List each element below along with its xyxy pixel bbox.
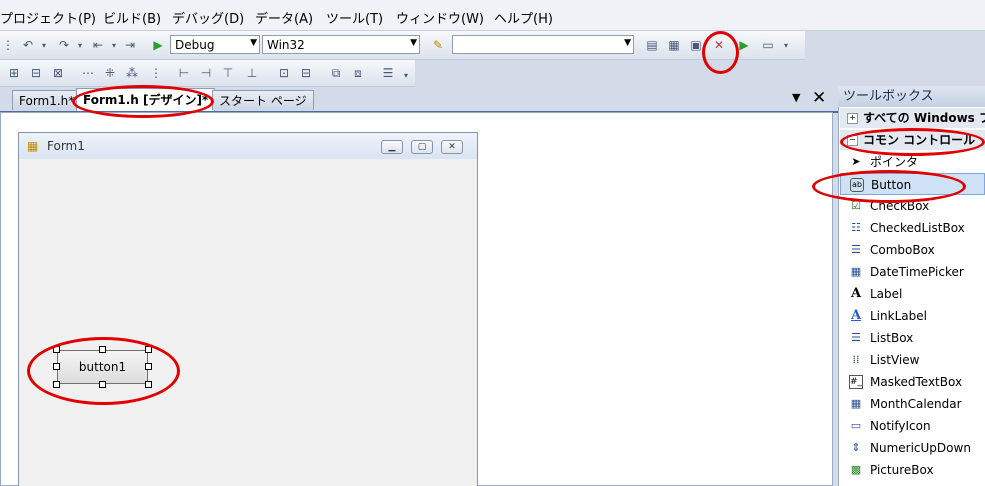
form-title: Form1 <box>47 139 85 153</box>
align-bottom-icon[interactable]: ⋮ <box>148 65 164 81</box>
layout-toolbar: ⊞ ⊟ ⊠ ⋯ ⁜ ⁂ ⋮ ⊢ ⊣ ⊤ ⊥ ⊡ ⊟ ⧉ ⧈ ☰ ▾ <box>0 60 415 87</box>
masked-textbox-icon: #_ <box>849 375 863 389</box>
horizontal-spacing-icon[interactable]: ⊥ <box>244 65 260 81</box>
find-combo[interactable]: ▼ <box>452 35 634 54</box>
menu-project[interactable]: プロジェクト(P) <box>0 8 96 27</box>
solution-config-combo[interactable]: Debug ▼ <box>170 35 260 54</box>
chevron-down-icon: ▼ <box>250 38 257 48</box>
properties-icon[interactable]: ▦ <box>666 37 682 53</box>
toolbox-item-notifyicon[interactable]: ▭ NotifyIcon <box>840 415 985 437</box>
toolbox-item-picturebox[interactable]: ▩ PictureBox <box>840 459 985 481</box>
minimize-icon: ▁ <box>381 140 403 154</box>
chevron-down-icon: ▼ <box>410 38 417 48</box>
annotation-circle-toolbox-icon <box>702 31 739 74</box>
navigate-back-icon[interactable]: ⇤ <box>90 37 106 53</box>
form-window[interactable] <box>18 132 478 486</box>
toolbox-item-datetimepicker[interactable]: ▦ DateTimePicker <box>840 261 985 283</box>
close-icon: ✕ <box>441 140 463 154</box>
platform-value: Win32 <box>267 38 305 52</box>
align-left-icon[interactable]: ⊟ <box>28 65 44 81</box>
tab-start-page[interactable]: スタート ページ <box>212 90 314 110</box>
toolbox-group-all-windows-forms[interactable]: +すべての Windows フォーム <box>840 108 985 128</box>
menu-build[interactable]: ビルド(B) <box>103 8 161 27</box>
annotation-circle-button-item <box>812 170 966 203</box>
bring-to-front-icon[interactable]: ⧉ <box>328 65 344 81</box>
checked-list-icon: ☷ <box>851 221 861 234</box>
find-in-files-icon[interactable]: ✎ <box>430 37 446 53</box>
annotation-circle-design-tab <box>72 85 214 118</box>
tab-list-dropdown-icon[interactable]: ▼ <box>792 91 800 104</box>
link-label-icon: A <box>850 308 862 323</box>
annotation-circle-button1 <box>27 337 180 405</box>
menu-debug[interactable]: デバッグ(D) <box>172 8 244 27</box>
maximize-icon: ▢ <box>411 140 433 154</box>
align-top-icon[interactable]: ⁜ <box>102 65 118 81</box>
expand-icon: + <box>847 113 858 124</box>
menu-bar: プロジェクト(P) ビルド(B) デバッグ(D) データ(A) ツール(T) ウ… <box>0 0 985 31</box>
start-debug-icon[interactable]: ▶ <box>150 37 166 53</box>
solution-explorer-icon[interactable]: ▤ <box>644 37 660 53</box>
chevron-down-icon: ▼ <box>624 38 631 48</box>
solution-config-value: Debug <box>175 38 215 52</box>
form-title-bar[interactable]: ▦ Form1 ▁ ▢ ✕ <box>19 133 477 159</box>
align-center-icon[interactable]: ⊠ <box>50 65 66 81</box>
menu-data[interactable]: データ(A) <box>255 8 313 27</box>
label-icon: A <box>850 286 862 301</box>
menu-window[interactable]: ウィンドウ(W) <box>396 8 484 27</box>
navigate-forward-icon[interactable]: ⇥ <box>122 37 138 53</box>
toolbox-item-listbox[interactable]: ☰ ListBox <box>840 327 985 349</box>
toolbox-item-combobox[interactable]: ☰ ComboBox <box>840 239 985 261</box>
tab-order-icon[interactable]: ☰ <box>380 65 396 81</box>
align-grid-icon[interactable]: ⊞ <box>6 65 22 81</box>
picture-icon: ▩ <box>850 463 862 476</box>
align-middle-icon[interactable]: ⁂ <box>124 65 140 81</box>
toolbox-item-numericupdown[interactable]: ⇕ NumericUpDown <box>840 437 985 459</box>
align-right-icon[interactable]: ⋯ <box>80 65 96 81</box>
send-to-back-icon[interactable]: ⧈ <box>350 65 366 81</box>
tab-form1-code[interactable]: Form1.h* <box>12 90 82 110</box>
toolbox-item-listview[interactable]: ⁞⁞ ListView <box>840 349 985 371</box>
numeric-updown-icon: ⇕ <box>851 441 861 454</box>
listbox-icon: ☰ <box>851 331 861 344</box>
command-window-icon[interactable]: ▭ <box>760 37 776 53</box>
calendar-icon: ▦ <box>850 265 862 278</box>
listview-icon: ⁞⁞ <box>852 353 860 366</box>
redo-icon[interactable]: ↷ <box>56 37 72 53</box>
same-width-icon[interactable]: ⊢ <box>176 65 192 81</box>
toolbox-item-checkedlistbox[interactable]: ☷ CheckedListBox <box>840 217 985 239</box>
menu-tools[interactable]: ツール(T) <box>326 8 383 27</box>
same-size-icon[interactable]: ⊤ <box>220 65 236 81</box>
pointer-icon: ➤ <box>851 155 861 168</box>
toolbox-title: ツールボックス <box>838 86 985 107</box>
toolbox-item-maskedtextbox[interactable]: #_ MaskedTextBox <box>840 371 985 393</box>
center-horizontally-icon[interactable]: ⊡ <box>276 65 292 81</box>
navigate-dropdown-icon[interactable]: ▾ <box>106 37 122 53</box>
center-vertically-icon[interactable]: ⊟ <box>298 65 314 81</box>
same-height-icon[interactable]: ⊣ <box>198 65 214 81</box>
combobox-icon: ☰ <box>851 243 861 256</box>
toolbox-item-label[interactable]: A Label <box>840 283 985 305</box>
toolbar-grip-icon: ⋮ <box>2 38 14 52</box>
toolbox-item-linklabel[interactable]: A LinkLabel <box>840 305 985 327</box>
undo-dropdown-icon[interactable]: ▾ <box>36 37 52 53</box>
form-icon: ▦ <box>27 139 39 153</box>
month-calendar-icon: ▦ <box>850 397 862 410</box>
undo-icon[interactable]: ↶ <box>20 37 36 53</box>
notify-icon: ▭ <box>850 419 862 432</box>
platform-combo[interactable]: Win32 ▼ <box>262 35 420 54</box>
menu-help[interactable]: ヘルプ(H) <box>494 8 553 27</box>
toolbox-item-monthcalendar[interactable]: ▦ MonthCalendar <box>840 393 985 415</box>
close-icon[interactable]: ✕ <box>812 88 826 108</box>
annotation-circle-common-controls <box>840 128 985 156</box>
standard-toolbar: ⋮ ↶ ▾ ↷ ▾ ⇤ ▾ ⇥ ▶ Debug ▼ Win32 ▼ ✎ ▼ ▤ … <box>0 31 805 60</box>
more-dropdown-icon[interactable]: ▾ <box>398 67 414 83</box>
more-dropdown-icon[interactable]: ▾ <box>778 37 794 53</box>
redo-dropdown-icon[interactable]: ▾ <box>72 37 88 53</box>
